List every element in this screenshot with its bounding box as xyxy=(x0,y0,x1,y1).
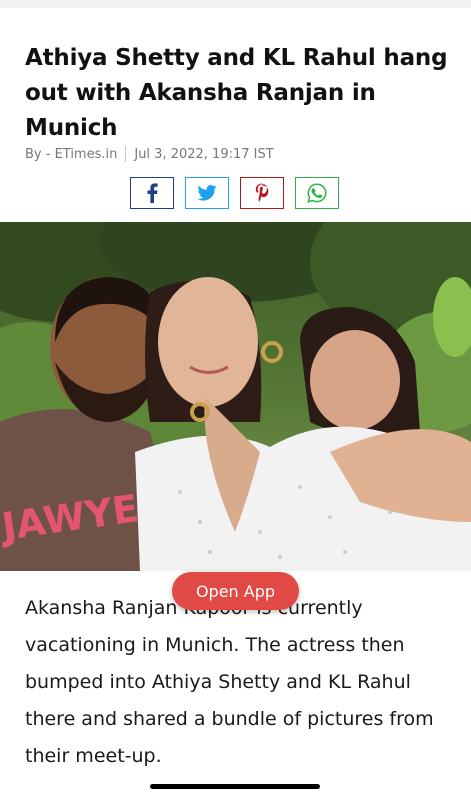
facebook-icon xyxy=(147,183,158,203)
article-hero-image: JAWYE xyxy=(0,222,471,571)
article-body-text: Akansha Ranjan Kapoor is currently vacat… xyxy=(25,597,434,767)
hero-photo-illustration: JAWYE xyxy=(0,222,471,571)
article-byline: By - ETimes.in Jul 3, 2022, 19:17 IST xyxy=(25,145,274,163)
twitter-share-button[interactable] xyxy=(185,177,229,209)
article-headline: Athiya Shetty and KL Rahul hang out with… xyxy=(25,45,448,141)
pinterest-share-button[interactable] xyxy=(240,177,284,209)
twitter-icon xyxy=(197,185,217,201)
byline-divider xyxy=(125,146,127,162)
open-app-button[interactable]: Open App xyxy=(172,572,299,610)
whatsapp-icon xyxy=(307,183,327,203)
share-buttons xyxy=(130,177,339,209)
byline-source[interactable]: By - ETimes.in xyxy=(25,147,117,162)
byline-date: Jul 3, 2022, 19:17 IST xyxy=(134,146,274,162)
home-indicator[interactable] xyxy=(150,784,320,789)
facebook-share-button[interactable] xyxy=(130,177,174,209)
pinterest-icon xyxy=(255,183,269,202)
whatsapp-share-button[interactable] xyxy=(295,177,339,209)
top-status-strip xyxy=(0,0,471,8)
